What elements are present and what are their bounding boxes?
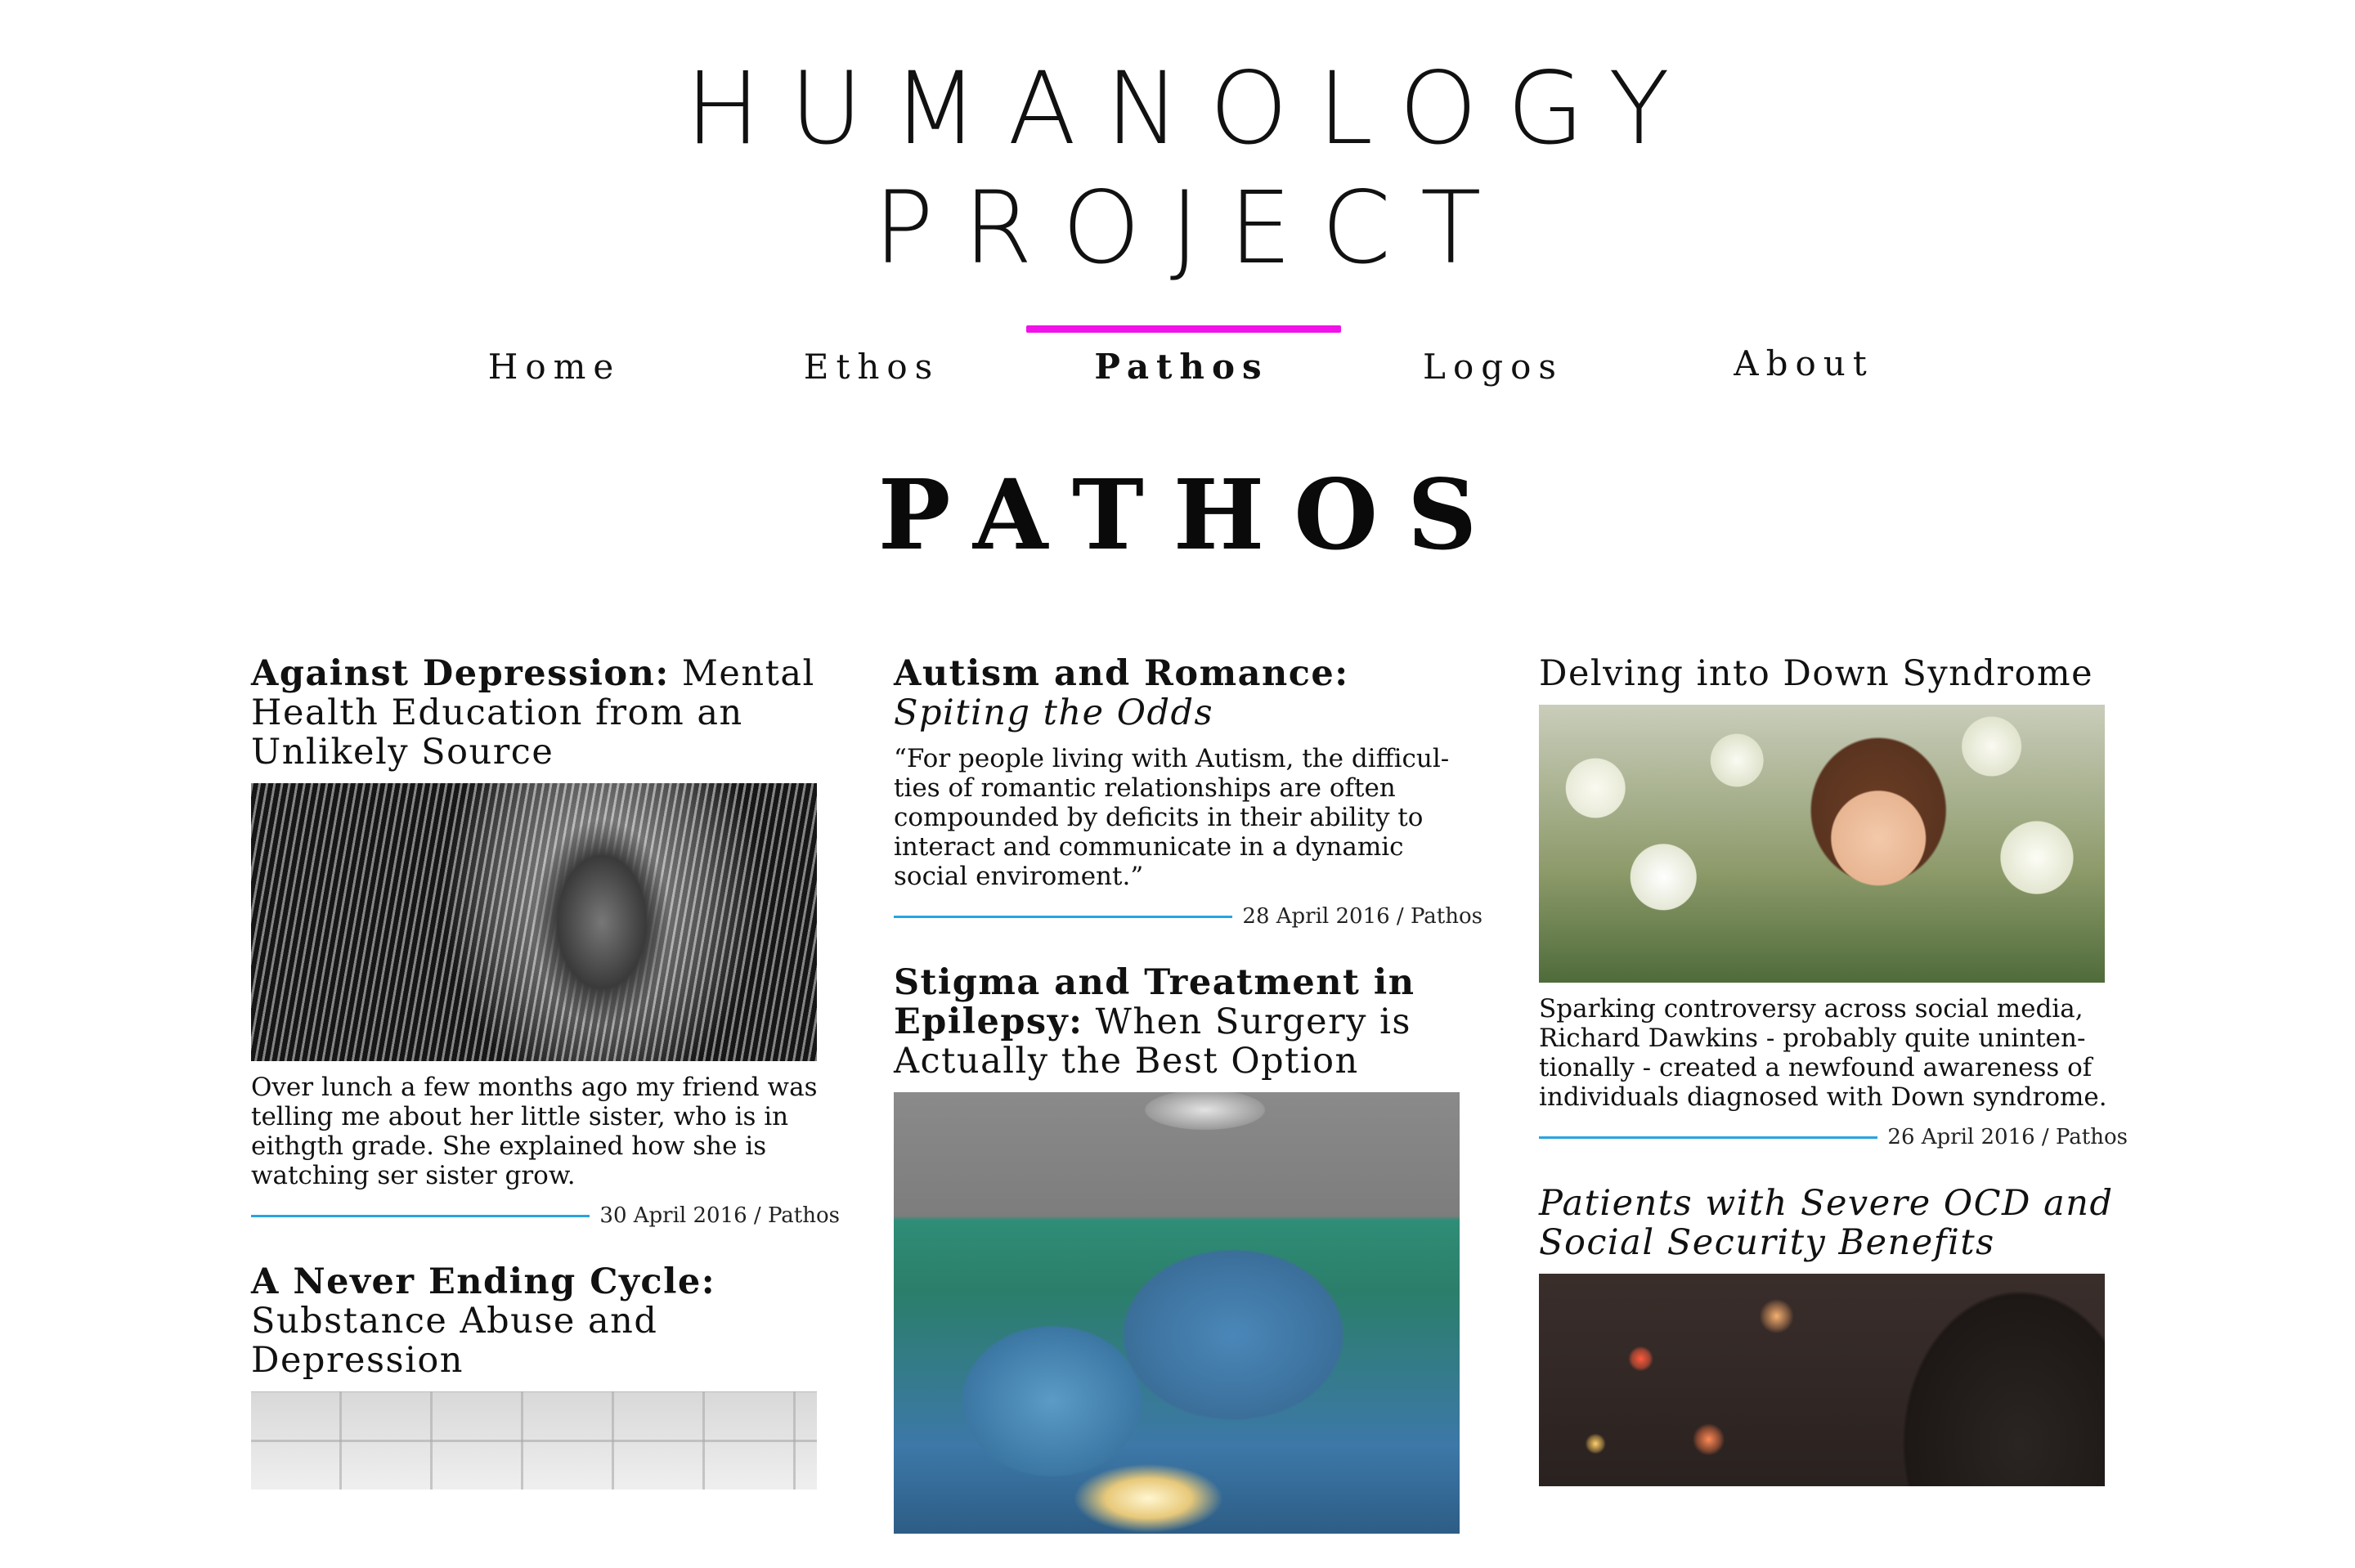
post-title-link[interactable]: Autism and Romance: Spiting the Odds [894, 654, 1483, 732]
posts-column-1: Against Depression: Mental Health Educat… [251, 654, 840, 1524]
post-card: Patients with Severe OCD and Social Secu… [1539, 1184, 2128, 1486]
post-category-link[interactable]: Pathos [2056, 1125, 2128, 1149]
post-image[interactable] [1539, 705, 2105, 983]
post-title-link[interactable]: A Never Ending Cycle: Substance Abuse an… [251, 1262, 840, 1380]
post-category-link[interactable]: Pathos [768, 1203, 840, 1228]
post-image[interactable] [894, 1092, 1460, 1534]
post-meta-text: 30 April 2016 / Pathos [599, 1203, 840, 1228]
post-title-link[interactable]: Against Depression: Mental Health Educat… [251, 654, 840, 772]
nav-item-ethos[interactable]: Ethos [716, 347, 1027, 387]
meta-separator: / [1389, 904, 1411, 929]
post-meta: 26 April 2016 / Pathos [1539, 1125, 2128, 1149]
post-title-link[interactable]: Stigma and Treatment in Epilepsy: When S… [894, 963, 1483, 1081]
post-title-italic: Spiting the Odds [894, 692, 1214, 733]
page-title: PATHOS [877, 458, 1507, 571]
post-date: 28 April 2016 [1242, 904, 1390, 929]
post-title-link[interactable]: Delving into Down Syndrome [1539, 654, 2128, 693]
meta-divider-line [1539, 1136, 1878, 1139]
post-title-rest: Substance Abuse and Depression [251, 1301, 658, 1381]
post-date: 30 April 2016 [599, 1203, 747, 1228]
nav-item-logos[interactable]: Logos [1338, 347, 1648, 387]
nav-item-home[interactable]: Home [399, 347, 710, 387]
post-card: Delving into Down Syndrome Sparking cont… [1539, 654, 2128, 1149]
posts-column-2: Autism and Romance: Spiting the Odds “Fo… [894, 654, 1483, 1568]
post-meta: 28 April 2016 / Pathos [894, 904, 1483, 929]
post-excerpt: Sparking controversy across social media… [1539, 994, 2107, 1112]
site-title-line1: HUMANOLOGY [685, 51, 1699, 167]
post-excerpt: Over lunch a few months ago my friend wa… [251, 1073, 818, 1190]
post-date: 26 April 2016 [1887, 1125, 2035, 1149]
post-image[interactable] [251, 783, 817, 1061]
post-title-bold: A Never Ending Cycle: [251, 1261, 716, 1302]
main-nav: Home Ethos Pathos Logos About [0, 325, 2355, 423]
meta-separator: / [2034, 1125, 2056, 1149]
post-image[interactable] [1539, 1274, 2105, 1486]
nav-item-pathos[interactable]: Pathos [1026, 347, 1337, 387]
site-title-line2: PROJECT [873, 170, 1511, 286]
post-card: Against Depression: Mental Health Educat… [251, 654, 840, 1228]
post-card: Autism and Romance: Spiting the Odds “Fo… [894, 654, 1483, 929]
post-title-link[interactable]: Patients with Severe OCD and Social Secu… [1539, 1184, 2128, 1262]
post-image[interactable] [251, 1391, 817, 1490]
nav-active-underline [1026, 325, 1341, 333]
post-card: Stigma and Treatment in Epilepsy: When S… [894, 963, 1483, 1534]
post-meta-text: 28 April 2016 / Pathos [1242, 904, 1483, 929]
post-meta-text: 26 April 2016 / Pathos [1887, 1125, 2128, 1149]
site-title[interactable]: HUMANOLOGY PROJECT [0, 49, 2355, 288]
post-excerpt: “For people living with Autism, the diff… [894, 744, 1450, 891]
posts-column-3: Delving into Down Syndrome Sparking cont… [1539, 654, 2128, 1521]
meta-separator: / [747, 1203, 768, 1228]
post-title-bold: Against Depression: [251, 653, 670, 694]
meta-divider-line [251, 1214, 590, 1217]
nav-item-about[interactable]: About [1648, 343, 1959, 383]
post-card: A Never Ending Cycle: Substance Abuse an… [251, 1262, 840, 1490]
post-category-link[interactable]: Pathos [1411, 904, 1483, 929]
post-title-bold: Autism and Romance: [894, 653, 1349, 694]
meta-divider-line [894, 915, 1233, 918]
post-meta: 30 April 2016 / Pathos [251, 1203, 840, 1228]
